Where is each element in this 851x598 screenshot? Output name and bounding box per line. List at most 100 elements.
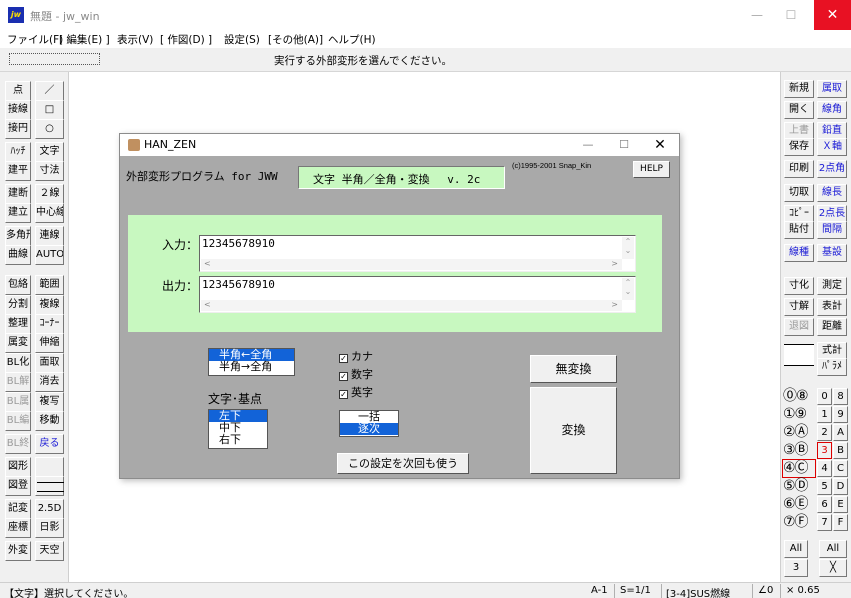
menu-view[interactable]: 表示(V) [117,32,153,47]
layer-button-6[interactable]: 6 [817,496,832,513]
left-tool-21-0[interactable]: 座標 [5,518,31,538]
close-button[interactable]: ✕ [814,0,851,30]
layer-button-9[interactable]: 9 [833,406,848,423]
output-vscroll[interactable]: ⌃ ⌄ [622,278,634,300]
left-tool-5-1[interactable]: ２線 [35,184,64,204]
left-tool-10-0[interactable]: 分割 [5,295,31,315]
layer-invisible-button[interactable]: ╳ [819,559,847,577]
input-field[interactable]: 12345678910 < > ⌃ ⌄ [199,235,636,272]
left-tool-16-1[interactable]: 移動 [35,411,64,431]
layer-group-2[interactable]: ②Ⓐ [783,424,815,441]
right-tool-7-0[interactable]: 貼付 [784,221,814,239]
right-tool-9-1[interactable]: 測定 [817,277,847,295]
left-tool-2-0[interactable]: 接円 [5,119,31,139]
line-type-indicator[interactable] [37,482,64,492]
batch-option-each[interactable]: 逐次 [340,423,398,435]
left-tool-14-0[interactable]: BL解 [5,372,31,392]
left-tool-6-0[interactable]: 建立 [5,203,31,223]
status-paper[interactable]: A-1 [591,585,608,596]
menu-edit[interactable]: [ 編集(E) ] [59,32,110,47]
layer-group-1[interactable]: ①⑨ [783,406,815,423]
right-tool-10-1[interactable]: 表計 [817,298,847,316]
right-tool-11-1[interactable]: 距離 [817,318,847,336]
status-layer[interactable]: [3-4]SUS燃線 [666,585,730,598]
left-tool-2-1[interactable]: ○ [35,119,64,139]
right-tool-7-1[interactable]: 間隔 [817,221,847,239]
right-tool-1-0[interactable]: 開く [784,101,814,119]
layer-group-all-button[interactable]: All [784,540,808,558]
menu-settings[interactable]: 設定(S) [224,32,260,47]
menu-file[interactable]: ファイル(F) [7,32,63,47]
dialog-minimize-button[interactable]: — [570,134,606,156]
layer-button-B[interactable]: B [833,442,848,459]
right-tool-9-0[interactable]: 寸化 [784,277,814,295]
dialog-maximize-button[interactable]: ☐ [606,134,642,156]
right-tool-5-0[interactable]: 切取 [784,184,814,202]
left-tool-14-1[interactable]: 消去 [35,372,64,392]
input-box[interactable] [9,53,100,65]
layer-group-0[interactable]: ⓪⑧ [783,388,815,405]
left-tool-4-1[interactable]: 寸法 [35,161,64,181]
left-tool-3-0[interactable]: ﾊｯﾁ [5,142,31,162]
right-tool-13-1[interactable]: ﾊﾟﾗﾒ [817,358,847,376]
layer-button-A[interactable]: A [833,424,848,441]
left-tool-17-0[interactable]: BL終 [5,434,31,454]
layer-button-0[interactable]: 0 [817,388,832,405]
input-hscroll[interactable]: < > [201,259,622,270]
right-tool-3-0[interactable]: 保存 [784,138,814,156]
left-tool-1-0[interactable]: 接線 [5,100,31,120]
layer-button-3[interactable]: 3 [817,442,832,459]
right-tool-0-0[interactable]: 新規 [784,80,814,98]
output-field[interactable]: 12345678910 < > ⌃ ⌄ [199,276,636,313]
left-tool-16-0[interactable]: BL編 [5,411,31,431]
left-tool-9-0[interactable]: 包絡 [5,275,31,295]
layer-group-3[interactable]: ③Ⓑ [783,442,815,459]
left-tool-18-1[interactable] [35,457,64,477]
layer-button-D[interactable]: D [833,478,848,495]
layer-group-6[interactable]: ⑥Ⓔ [783,496,815,513]
left-tool-0-0[interactable]: 点 [5,81,31,101]
left-tool-11-0[interactable]: 整理 [5,314,31,334]
layer-button-8[interactable]: 8 [833,388,848,405]
left-tool-7-1[interactable]: 連線 [35,226,64,246]
layer-group-4[interactable]: ④Ⓒ [782,459,816,478]
layer-group-5[interactable]: ⑤Ⓓ [783,478,815,495]
minimize-button[interactable]: — [740,0,774,30]
layer-button-1[interactable]: 1 [817,406,832,423]
maximize-button[interactable]: ☐ [774,0,808,30]
right-tool-10-0[interactable]: 寸解 [784,298,814,316]
basepoint-list[interactable]: 左下 中下 右下 [208,409,268,449]
left-tool-11-1[interactable]: ｺｰﾅｰ [35,314,64,334]
number-checkbox[interactable]: ✓ 数字 [339,366,373,382]
left-tool-22-1[interactable]: 天空 [35,541,64,561]
layer-button-5[interactable]: 5 [817,478,832,495]
left-tool-12-1[interactable]: 伸縮 [35,333,64,353]
line-style-indicator[interactable] [784,344,814,366]
left-tool-7-0[interactable]: 多角形 [5,226,31,246]
layer-button-2[interactable]: 2 [817,424,832,441]
layer-all-button[interactable]: All [819,540,847,558]
left-tool-15-0[interactable]: BL属 [5,392,31,412]
left-tool-21-1[interactable]: 日影 [35,518,64,538]
left-tool-17-1[interactable]: 戻る [35,434,64,454]
left-tool-19-0[interactable]: 図登 [5,476,31,496]
left-tool-18-0[interactable]: 図形 [5,457,31,477]
dialog-close-button[interactable]: ✕ [642,134,678,156]
left-tool-3-1[interactable]: 文字 [35,142,64,162]
layer-button-E[interactable]: E [833,496,848,513]
layer-button-F[interactable]: F [833,514,848,531]
left-tool-22-0[interactable]: 外変 [5,541,31,561]
left-tool-5-0[interactable]: 建断 [5,184,31,204]
menu-help[interactable]: ヘルプ(H) [328,32,376,47]
batch-list[interactable]: 一括 逐次 [339,410,399,437]
right-tool-8-1[interactable]: 基設 [817,244,847,262]
status-angle[interactable]: ∠0 [758,585,773,596]
menu-draw[interactable]: [ 作図(D) ] [160,32,212,47]
kana-checkbox[interactable]: ✓ カナ [339,348,373,364]
menu-other[interactable]: [その他(A)] [268,32,323,47]
left-tool-4-0[interactable]: 建平 [5,161,31,181]
left-tool-10-1[interactable]: 複線 [35,295,64,315]
right-tool-5-1[interactable]: 線長 [817,184,847,202]
right-tool-4-1[interactable]: 2点角 [817,160,847,178]
right-tool-8-0[interactable]: 線種 [784,244,814,262]
